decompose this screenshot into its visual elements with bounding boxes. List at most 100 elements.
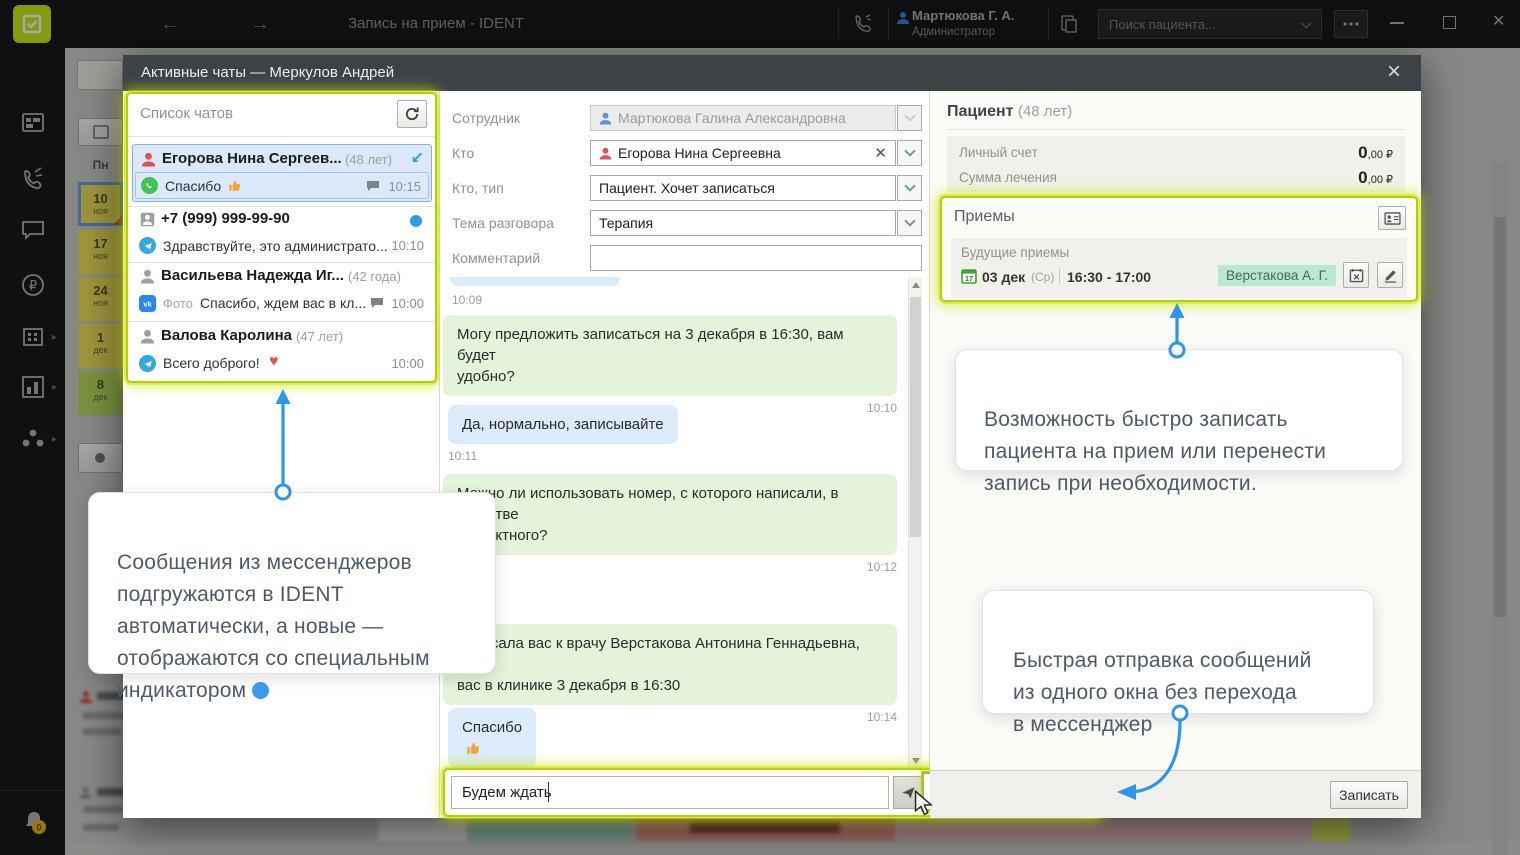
who-value: Егорова Нина Сергеевна [618, 145, 781, 161]
scrollbar-thumb[interactable] [910, 297, 921, 537]
employee-dropdown-button [897, 105, 922, 131]
message-incoming: Да, нормально, записывайте 10:11 [448, 405, 678, 463]
chevron-down-icon [904, 180, 915, 191]
who-type-field[interactable]: Пациент. Хочет записаться [590, 175, 896, 201]
patient-title: Пациент (48 лет) [947, 103, 1072, 121]
future-appointments-label: Будущие приемы [961, 245, 1069, 260]
who-field[interactable]: Егорова Нина Сергеевна ✕ [590, 140, 896, 166]
chat-item-phone-number[interactable]: +7 (999) 999-99-90 Здравствуйте, это адм… [132, 208, 432, 260]
svg-text:vk: vk [143, 300, 152, 309]
patient-balance-box: Личный счет 0,00 ₽ Сумма лечения 0,00 ₽ [947, 136, 1405, 192]
send-message-button[interactable] [893, 776, 923, 809]
chat-preview-text: Здравствуйте, это администрато... [163, 238, 388, 254]
incoming-reply-arrow-icon: ↙ [411, 148, 424, 168]
callout-quick-send: Быстрая отправка сообщений из одного окн… [982, 590, 1374, 714]
screen: ← → Запись на прием - IDENT Мартюкова Г.… [0, 0, 1520, 855]
attachment-label: Фото [163, 296, 193, 311]
chat-preview-text: Спасибо, ждем вас в кл... [200, 295, 366, 311]
topic-field[interactable]: Терапия [590, 210, 896, 236]
chat-age: (48 лет) [345, 152, 392, 167]
refresh-button[interactable] [397, 100, 427, 128]
message-outgoing: Можно ли использовать номер, с которого … [443, 474, 897, 574]
future-appointments-box: Будущие приемы 17 03 дек (Ср) 16:30 - 17… [951, 238, 1407, 298]
appointments-title: Приемы [954, 208, 1015, 226]
save-button[interactable]: Записать [1330, 781, 1408, 809]
modal-title: Активные чаты — Меркулов Андрей [123, 55, 1421, 91]
chat-preview-text: Спасибо [165, 178, 221, 194]
patient-title-text: Пациент [947, 103, 1013, 120]
message-input[interactable] [451, 776, 889, 809]
message-text: Записала вас к врачу Верстакова Антонина… [443, 624, 897, 705]
who-type-dropdown-button[interactable] [897, 175, 922, 201]
treatment-label: Сумма лечения [959, 170, 1057, 185]
patient-avatar-icon [140, 329, 155, 344]
scroll-up-arrow-icon[interactable] [912, 282, 920, 288]
chat-time: 10:00 [391, 356, 424, 371]
scroll-down-arrow-icon[interactable] [912, 758, 920, 764]
chevron-down-icon [904, 215, 915, 226]
chat-time: 10:15 [388, 179, 421, 194]
appointment-time: 16:30 - 17:00 [1067, 269, 1151, 285]
chat-name: +7 (999) 999-99-90 [161, 210, 290, 227]
chat-scrollbar[interactable] [908, 277, 922, 769]
chat-time: 10:00 [391, 296, 424, 311]
message-bubble-icon [366, 180, 380, 192]
treatment-frac: ,00 ₽ [1368, 174, 1393, 186]
chat-name: Егорова Нина Сергеев... [162, 150, 342, 167]
divider [1059, 268, 1060, 284]
patient-card-button[interactable] [1378, 206, 1406, 230]
message-text: Могу предложить записаться на 3 декабря … [443, 315, 897, 396]
pencil-icon [1383, 268, 1398, 283]
message-outgoing: Могу предложить записаться на 3 декабря … [443, 315, 897, 415]
whatsapp-icon [141, 177, 158, 194]
divider [128, 321, 435, 322]
thumbsup-emoji-icon [466, 741, 480, 755]
divider [128, 206, 435, 207]
edit-appointment-button[interactable] [1377, 262, 1403, 288]
contact-card-icon [1384, 212, 1401, 225]
chevron-down-icon [904, 110, 915, 121]
topic-dropdown-button[interactable] [897, 210, 922, 236]
chat-name: Васильева Надежда Иг... [161, 267, 344, 284]
account-int: 0 [1358, 143, 1367, 162]
comment-label: Комментарий [452, 250, 540, 266]
account-value: 0,00 ₽ [1358, 143, 1393, 163]
calendar-icon-day: 17 [965, 274, 973, 283]
divider [128, 136, 435, 137]
who-dropdown-button[interactable] [897, 140, 922, 166]
employee-avatar-icon [599, 112, 612, 125]
modal-footer: Записать [930, 770, 1421, 818]
doctor-badge: Верстакова А. Г. [1218, 265, 1336, 286]
comment-input[interactable] [590, 245, 922, 271]
paper-plane-icon [901, 785, 916, 800]
employee-value: Мартюкова Галина Александровна [618, 110, 846, 126]
message-text: Да, нормально, записывайте [448, 405, 678, 444]
heart-emoji-icon: ♥ [269, 353, 279, 371]
account-frac: ,00 ₽ [1368, 149, 1393, 161]
chat-item-vasileva[interactable]: Васильева Надежда Иг... (42 года) vk Фот… [132, 265, 432, 319]
conversation-panel: Сотрудник Мартюкова Галина Александровна… [440, 91, 930, 818]
modal-close-button[interactable]: × [1379, 58, 1409, 88]
cancel-appointment-button[interactable] [1343, 262, 1369, 288]
who-type-label: Кто, тип [452, 180, 504, 196]
topic-value: Терапия [599, 215, 653, 231]
clear-field-icon[interactable]: ✕ [874, 144, 887, 162]
patient-avatar-icon [141, 152, 156, 167]
vk-icon: vk [139, 295, 156, 312]
thumbsup-emoji-icon [228, 179, 241, 192]
callout-appointments: Возможность быстро записать пациента на … [955, 349, 1403, 471]
message-incoming: Спасибо 10:15 [448, 708, 536, 769]
appointment-date: 03 дек [982, 269, 1025, 285]
chat-name: Валова Каролина [161, 327, 292, 344]
message-bubble-icon [370, 297, 384, 309]
appointments-highlight: Приемы Будущие приемы 17 03 дек (Ср) 16:… [940, 196, 1418, 302]
telegram-icon [139, 237, 156, 254]
message-text: Спасибо [448, 708, 536, 768]
text-caret [548, 782, 549, 802]
topic-label: Тема разговора [452, 215, 554, 231]
chat-age: (47 лет) [296, 329, 343, 344]
chat-item-egorova[interactable]: Егорова Нина Сергеев... (48 лет) ↙ Спаси… [132, 144, 432, 202]
chat-item-valova[interactable]: Валова Каролина (47 лет) Всего доброго! … [132, 325, 432, 379]
chevron-down-icon [904, 145, 915, 156]
employee-label: Сотрудник [452, 110, 520, 126]
